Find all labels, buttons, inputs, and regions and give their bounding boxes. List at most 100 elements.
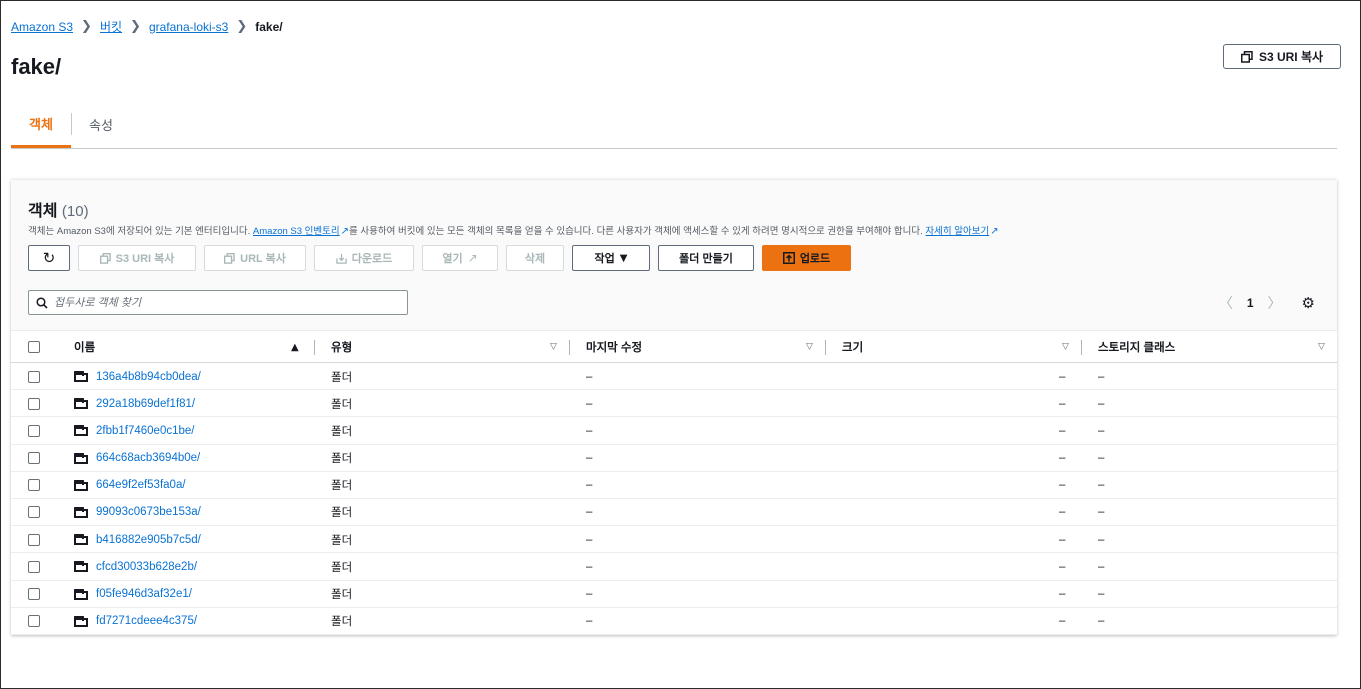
table-row[interactable]: 664c68acb3694b0e/폴더 – – –	[11, 445, 1337, 472]
column-name[interactable]: 이름	[74, 331, 95, 363]
table-row[interactable]: 99093c0673be153a/폴더 – – –	[11, 499, 1337, 527]
upload-button[interactable]: 업로드	[762, 245, 851, 271]
refresh-button[interactable]: ↻	[28, 245, 70, 271]
object-size: –	[1059, 397, 1066, 410]
object-name-link[interactable]: f05fe946d3af32e1/	[96, 588, 192, 600]
sort-icon[interactable]: ▽	[1062, 331, 1069, 363]
object-name-link[interactable]: b416882e905b7c5d/	[96, 534, 201, 546]
column-separator[interactable]	[569, 340, 570, 355]
copy-s3-uri-button[interactable]: S3 URI 복사	[78, 245, 196, 271]
refresh-icon: ↻	[42, 249, 56, 267]
folder-icon	[74, 588, 88, 600]
search-icon	[36, 296, 48, 309]
table-row[interactable]: 664e9f2ef53fa0a/폴더 – – –	[11, 472, 1337, 499]
object-storage-class: –	[1098, 588, 1105, 600]
object-last-modified: –	[586, 370, 593, 383]
sort-ascending-icon[interactable]: ▲	[291, 331, 299, 363]
row-checkbox[interactable]	[28, 390, 40, 417]
chevron-right-icon[interactable]: 〉	[1268, 293, 1282, 313]
object-type: 폴더	[331, 425, 353, 438]
download-label: 다운로드	[351, 253, 393, 265]
row-checkbox[interactable]	[28, 417, 40, 444]
copy-icon	[224, 252, 235, 264]
panel-description: 객체는 Amazon S3에 저장되어 있는 기본 엔터티입니다. Amazon…	[28, 223, 999, 237]
breadcrumb-current: fake/	[255, 19, 283, 34]
current-page[interactable]: 1	[1247, 296, 1254, 310]
object-size: –	[1059, 588, 1066, 600]
object-name-cell: f05fe946d3af32e1/	[74, 581, 192, 608]
object-size: –	[1059, 452, 1066, 465]
object-name-link[interactable]: 292a18b69def1f81/	[96, 398, 195, 410]
open-button[interactable]: 열기 ↗	[422, 245, 498, 271]
actions-label: 작업	[594, 253, 615, 265]
sort-icon[interactable]: ▽	[1318, 331, 1325, 363]
learn-more-link[interactable]: 자세히 알아보기	[925, 226, 989, 237]
objects-panel: 객체 (10) 객체는 Amazon S3에 저장되어 있는 기본 엔터티입니다…	[11, 179, 1337, 635]
table-row[interactable]: 136a4b8b94cb0dea/폴더 – – –	[11, 363, 1337, 391]
object-storage-class: –	[1098, 506, 1105, 519]
row-checkbox[interactable]	[28, 472, 40, 499]
table-row[interactable]: f05fe946d3af32e1/폴더 – – –	[11, 581, 1337, 608]
column-separator[interactable]	[825, 340, 826, 355]
delete-button[interactable]: 삭제	[506, 245, 564, 271]
object-name-link[interactable]: 136a4b8b94cb0dea/	[96, 371, 201, 383]
object-size: –	[1059, 615, 1066, 628]
object-type: 폴더	[331, 453, 353, 466]
object-size: –	[1059, 560, 1066, 573]
description-text-2: 를 사용하여 버킷에 있는 모든 객체의 목록을 얻을 수 있습니다. 다른 사…	[349, 226, 923, 237]
search-box	[28, 290, 408, 315]
search-input[interactable]	[54, 296, 407, 309]
copy-s3-uri-button-header[interactable]: S3 URI 복사	[1223, 44, 1341, 69]
column-storage-class[interactable]: 스토리지 클래스	[1098, 331, 1175, 363]
sort-icon[interactable]: ▽	[806, 331, 813, 363]
object-storage-class: –	[1098, 479, 1105, 492]
column-last-modified[interactable]: 마지막 수정	[586, 331, 642, 363]
row-checkbox[interactable]	[28, 363, 40, 390]
object-name-link[interactable]: fd7271cdeee4c375/	[96, 615, 197, 627]
object-size: –	[1059, 479, 1066, 492]
create-folder-button[interactable]: 폴더 만들기	[658, 245, 754, 271]
sort-icon[interactable]: ▽	[550, 331, 557, 363]
table-row[interactable]: 292a18b69def1f81/폴더 – – –	[11, 390, 1337, 418]
chevron-left-icon[interactable]: 〈	[1219, 293, 1233, 313]
row-checkbox[interactable]	[28, 581, 40, 608]
object-name-link[interactable]: 99093c0673be153a/	[96, 506, 201, 518]
object-last-modified: –	[586, 479, 593, 492]
table-row[interactable]: b416882e905b7c5d/폴더 – – –	[11, 526, 1337, 554]
download-button[interactable]: 다운로드	[314, 245, 414, 271]
column-size[interactable]: 크기	[842, 331, 863, 363]
object-type: 폴더	[331, 371, 353, 384]
object-last-modified: –	[586, 615, 593, 628]
object-name-cell: cfcd30033b628e2b/	[74, 553, 197, 580]
object-name-cell: 99093c0673be153a/	[74, 499, 201, 526]
select-all-checkbox[interactable]	[28, 331, 40, 363]
row-checkbox[interactable]	[28, 526, 40, 553]
tab-objects[interactable]: 객체	[11, 101, 71, 148]
object-name-link[interactable]: 664c68acb3694b0e/	[96, 452, 200, 464]
table-row[interactable]: cfcd30033b628e2b/폴더 – – –	[11, 553, 1337, 581]
table-row[interactable]: fd7271cdeee4c375/폴더 – – –	[11, 608, 1337, 635]
gear-icon[interactable]: ⚙	[1302, 294, 1315, 312]
copy-url-button[interactable]: URL 복사	[204, 245, 306, 271]
breadcrumb-buckets[interactable]: 버킷	[100, 18, 122, 35]
actions-dropdown[interactable]: 작업 ▼	[572, 245, 650, 271]
download-icon	[336, 253, 347, 264]
row-checkbox[interactable]	[28, 499, 40, 526]
breadcrumb-bucket-name[interactable]: grafana-loki-s3	[149, 20, 228, 34]
tab-properties[interactable]: 속성	[89, 101, 113, 148]
column-separator[interactable]	[314, 340, 315, 355]
object-name-link[interactable]: cfcd30033b628e2b/	[96, 561, 197, 573]
row-checkbox[interactable]	[28, 445, 40, 472]
column-type[interactable]: 유형	[331, 331, 352, 363]
column-separator[interactable]	[1081, 340, 1082, 355]
object-name-link[interactable]: 2fbb1f7460e0c1be/	[96, 425, 194, 437]
open-label: 열기	[442, 253, 463, 265]
row-checkbox[interactable]	[28, 553, 40, 580]
object-name-link[interactable]: 664e9f2ef53fa0a/	[96, 479, 186, 491]
table-row[interactable]: 2fbb1f7460e0c1be/폴더 – – –	[11, 417, 1337, 445]
object-storage-class: –	[1098, 615, 1105, 628]
object-type: 폴더	[331, 398, 353, 411]
row-checkbox[interactable]	[28, 608, 40, 635]
inventory-link[interactable]: Amazon S3 인벤토리	[253, 226, 340, 237]
breadcrumb-amazon-s3[interactable]: Amazon S3	[11, 20, 73, 34]
